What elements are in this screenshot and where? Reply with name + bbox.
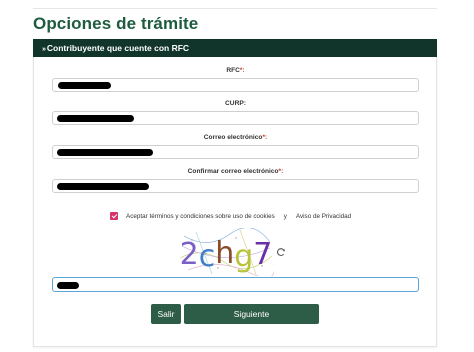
rfc-label: RFC*: — [52, 67, 419, 74]
terms-label[interactable]: Aceptar términos y condiciones sobre uso… — [126, 213, 275, 220]
top-divider — [33, 8, 437, 9]
email-input[interactable] — [52, 145, 419, 159]
terms-conjunction: y — [283, 212, 287, 220]
captcha-char-2: c — [199, 239, 216, 274]
captcha-text: 2chg7 — [180, 236, 273, 274]
captcha-char-5: 7 — [253, 237, 272, 272]
captcha-char-1: 2 — [180, 237, 199, 272]
curp-label: CURP: — [225, 100, 246, 107]
redacted-value — [57, 149, 153, 156]
confirm-email-required-mark: *: — [278, 168, 284, 175]
redacted-value — [57, 115, 134, 122]
chevron-right-icon: » — [42, 46, 46, 53]
exit-button[interactable]: Salir — [151, 304, 181, 324]
terms-row: Aceptar términos y condiciones sobre uso… — [110, 212, 351, 220]
redacted-value — [57, 281, 79, 289]
rfc-required-mark: *: — [239, 67, 245, 74]
privacy-notice-link[interactable]: Aviso de Privacidad — [296, 213, 351, 220]
captcha-input[interactable] — [52, 277, 419, 292]
email-required-mark: *: — [262, 134, 268, 141]
rfc-label-text: RFC — [226, 67, 240, 74]
refresh-icon[interactable] — [276, 247, 286, 257]
panel-header-label: Contribuyente que cuente con RFC — [46, 43, 190, 53]
confirm-email-label-text: Confirmar correo electrónico — [187, 168, 279, 175]
next-button[interactable]: Siguiente — [184, 304, 319, 324]
captcha-char-4: g — [234, 239, 253, 274]
curp-input[interactable] — [52, 111, 419, 125]
captcha-image: 2chg7 — [178, 228, 274, 276]
rfc-input[interactable] — [52, 78, 419, 92]
confirm-email-input[interactable] — [52, 179, 419, 193]
redacted-value — [58, 82, 111, 89]
email-label-text: Correo electrónico — [203, 134, 263, 141]
redacted-value — [57, 183, 149, 190]
email-label: Correo electrónico*: — [52, 134, 419, 141]
panel-header: »Contribuyente que cuente con RFC — [33, 39, 437, 57]
terms-checkbox[interactable] — [110, 212, 118, 220]
confirm-email-label: Confirmar correo electrónico*: — [52, 168, 419, 175]
captcha-char-3: h — [215, 236, 234, 271]
page-title: Opciones de trámite — [33, 14, 199, 33]
